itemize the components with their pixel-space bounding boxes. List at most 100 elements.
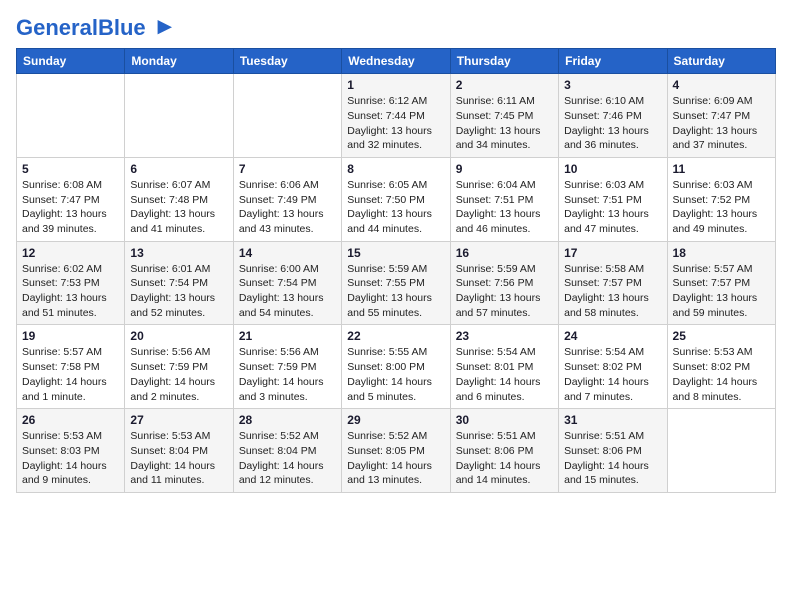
day-number: 9 — [456, 162, 553, 176]
day-info: Sunrise: 6:10 AMSunset: 7:46 PMDaylight:… — [564, 94, 661, 153]
day-info: Sunrise: 6:03 AMSunset: 7:52 PMDaylight:… — [673, 178, 770, 237]
calendar-header: SundayMondayTuesdayWednesdayThursdayFrid… — [17, 49, 776, 74]
calendar-cell: 24 Sunrise: 5:54 AMSunset: 8:02 PMDayligh… — [559, 325, 667, 409]
day-info: Sunrise: 6:01 AMSunset: 7:54 PMDaylight:… — [130, 262, 227, 321]
day-number: 24 — [564, 329, 661, 343]
calendar-cell: 12Sunrise: 6:02 AMSunset: 7:53 PMDayligh… — [17, 241, 125, 325]
calendar-cell: 22 Sunrise: 5:55 AMSunset: 8:00 PMDayligh… — [342, 325, 450, 409]
logo-general: General — [16, 15, 98, 40]
day-info: Sunrise: 5:52 AMSunset: 8:05 PMDaylight:… — [347, 429, 444, 488]
weekday-header-row: SundayMondayTuesdayWednesdayThursdayFrid… — [17, 49, 776, 74]
day-number: 29 — [347, 413, 444, 427]
day-info: Sunrise: 6:00 AMSunset: 7:54 PMDaylight:… — [239, 262, 336, 321]
logo-blue: Blue — [98, 15, 146, 40]
weekday-header-sunday: Sunday — [17, 49, 125, 74]
calendar-cell — [17, 74, 125, 158]
day-number: 10 — [564, 162, 661, 176]
calendar-cell: 26 Sunrise: 5:53 AMSunset: 8:03 PMDayligh… — [17, 409, 125, 493]
day-number: 17 — [564, 246, 661, 260]
day-info: Sunrise: 5:56 AMSunset: 7:59 PMDaylight:… — [130, 345, 227, 404]
day-info: Sunrise: 6:04 AMSunset: 7:51 PMDaylight:… — [456, 178, 553, 237]
calendar-cell: 19Sunrise: 5:57 AMSunset: 7:58 PMDayligh… — [17, 325, 125, 409]
day-info: Sunrise: 5:57 AMSunset: 7:58 PMDaylight:… — [22, 345, 119, 404]
day-number: 30 — [456, 413, 553, 427]
day-info: Sunrise: 5:58 AMSunset: 7:57 PMDaylight:… — [564, 262, 661, 321]
calendar-cell: 4Sunrise: 6:09 AMSunset: 7:47 PMDaylight… — [667, 74, 775, 158]
day-info: Sunrise: 5:56 AMSunset: 7:59 PMDaylight:… — [239, 345, 336, 404]
day-number: 5 — [22, 162, 119, 176]
day-info: Sunrise: 6:09 AMSunset: 7:47 PMDaylight:… — [673, 94, 770, 153]
day-number: 23 — [456, 329, 553, 343]
day-number: 8 — [347, 162, 444, 176]
day-info: Sunrise: 6:11 AMSunset: 7:45 PMDaylight:… — [456, 94, 553, 153]
day-info: Sunrise: 5:54 AMSunset: 8:01 PMDaylight:… — [456, 345, 553, 404]
day-info: Sunrise: 6:06 AMSunset: 7:49 PMDaylight:… — [239, 178, 336, 237]
day-number: 12 — [22, 246, 119, 260]
day-number: 22 — [347, 329, 444, 343]
day-info: Sunrise: 6:07 AMSunset: 7:48 PMDaylight:… — [130, 178, 227, 237]
day-info: Sunrise: 5:51 AMSunset: 8:06 PMDaylight:… — [456, 429, 553, 488]
logo-text: GeneralBlue — [16, 16, 172, 40]
day-info: Sunrise: 5:54 AMSunset: 8:02 PMDaylight:… — [564, 345, 661, 404]
day-number: 3 — [564, 78, 661, 92]
day-info: Sunrise: 6:08 AMSunset: 7:47 PMDaylight:… — [22, 178, 119, 237]
day-number: 20 — [130, 329, 227, 343]
day-number: 27 — [130, 413, 227, 427]
calendar-cell: 6Sunrise: 6:07 AMSunset: 7:48 PMDaylight… — [125, 157, 233, 241]
day-number: 31 — [564, 413, 661, 427]
calendar-cell: 11Sunrise: 6:03 AMSunset: 7:52 PMDayligh… — [667, 157, 775, 241]
day-number: 15 — [347, 246, 444, 260]
day-number: 1 — [347, 78, 444, 92]
day-number: 25 — [673, 329, 770, 343]
day-info: Sunrise: 5:57 AMSunset: 7:57 PMDaylight:… — [673, 262, 770, 321]
day-info: Sunrise: 5:59 AMSunset: 7:55 PMDaylight:… — [347, 262, 444, 321]
day-info: Sunrise: 5:53 AMSunset: 8:04 PMDaylight:… — [130, 429, 227, 488]
day-number: 28 — [239, 413, 336, 427]
logo: GeneralBlue — [16, 16, 172, 40]
calendar-cell: 8 Sunrise: 6:05 AMSunset: 7:50 PMDaylight… — [342, 157, 450, 241]
day-info: Sunrise: 5:59 AMSunset: 7:56 PMDaylight:… — [456, 262, 553, 321]
calendar-week-row: 12Sunrise: 6:02 AMSunset: 7:53 PMDayligh… — [17, 241, 776, 325]
calendar-cell: 28 Sunrise: 5:52 AMSunset: 8:04 PMDayligh… — [233, 409, 341, 493]
weekday-header-tuesday: Tuesday — [233, 49, 341, 74]
calendar-cell: 25 Sunrise: 5:53 AMSunset: 8:02 PMDayligh… — [667, 325, 775, 409]
calendar-cell: 14 Sunrise: 6:00 AMSunset: 7:54 PMDayligh… — [233, 241, 341, 325]
day-info: Sunrise: 5:55 AMSunset: 8:00 PMDaylight:… — [347, 345, 444, 404]
day-number: 13 — [130, 246, 227, 260]
day-number: 14 — [239, 246, 336, 260]
calendar-cell: 5 Sunrise: 6:08 AMSunset: 7:47 PMDaylight… — [17, 157, 125, 241]
day-number: 2 — [456, 78, 553, 92]
day-number: 18 — [673, 246, 770, 260]
calendar-week-row: 19Sunrise: 5:57 AMSunset: 7:58 PMDayligh… — [17, 325, 776, 409]
logo-icon — [154, 20, 172, 38]
calendar-cell: 20 Sunrise: 5:56 AMSunset: 7:59 PMDayligh… — [125, 325, 233, 409]
calendar-cell: 27 Sunrise: 5:53 AMSunset: 8:04 PMDayligh… — [125, 409, 233, 493]
calendar-cell: 16 Sunrise: 5:59 AMSunset: 7:56 PMDayligh… — [450, 241, 558, 325]
day-number: 21 — [239, 329, 336, 343]
day-number: 26 — [22, 413, 119, 427]
calendar-cell: 15 Sunrise: 5:59 AMSunset: 7:55 PMDayligh… — [342, 241, 450, 325]
day-info: Sunrise: 5:53 AMSunset: 8:03 PMDaylight:… — [22, 429, 119, 488]
day-number: 16 — [456, 246, 553, 260]
calendar-cell: 9 Sunrise: 6:04 AMSunset: 7:51 PMDaylight… — [450, 157, 558, 241]
calendar-cell — [667, 409, 775, 493]
calendar-table: SundayMondayTuesdayWednesdayThursdayFrid… — [16, 48, 776, 493]
calendar-cell: 3 Sunrise: 6:10 AMSunset: 7:46 PMDaylight… — [559, 74, 667, 158]
calendar-cell: 2 Sunrise: 6:11 AMSunset: 7:45 PMDaylight… — [450, 74, 558, 158]
day-info: Sunrise: 5:53 AMSunset: 8:02 PMDaylight:… — [673, 345, 770, 404]
day-info: Sunrise: 6:05 AMSunset: 7:50 PMDaylight:… — [347, 178, 444, 237]
calendar-cell: 17 Sunrise: 5:58 AMSunset: 7:57 PMDayligh… — [559, 241, 667, 325]
calendar-cell: 30 Sunrise: 5:51 AMSunset: 8:06 PMDayligh… — [450, 409, 558, 493]
weekday-header-wednesday: Wednesday — [342, 49, 450, 74]
calendar-cell: 18 Sunrise: 5:57 AMSunset: 7:57 PMDayligh… — [667, 241, 775, 325]
calendar-cell: 1Sunrise: 6:12 AMSunset: 7:44 PMDaylight… — [342, 74, 450, 158]
calendar-body: 1Sunrise: 6:12 AMSunset: 7:44 PMDaylight… — [17, 74, 776, 493]
day-info: Sunrise: 6:03 AMSunset: 7:51 PMDaylight:… — [564, 178, 661, 237]
calendar-cell: 29 Sunrise: 5:52 AMSunset: 8:05 PMDayligh… — [342, 409, 450, 493]
calendar-cell: 7Sunrise: 6:06 AMSunset: 7:49 PMDaylight… — [233, 157, 341, 241]
calendar-cell: 21 Sunrise: 5:56 AMSunset: 7:59 PMDayligh… — [233, 325, 341, 409]
page-header: GeneralBlue — [16, 16, 776, 40]
day-info: Sunrise: 5:52 AMSunset: 8:04 PMDaylight:… — [239, 429, 336, 488]
calendar-cell: 23 Sunrise: 5:54 AMSunset: 8:01 PMDayligh… — [450, 325, 558, 409]
weekday-header-monday: Monday — [125, 49, 233, 74]
